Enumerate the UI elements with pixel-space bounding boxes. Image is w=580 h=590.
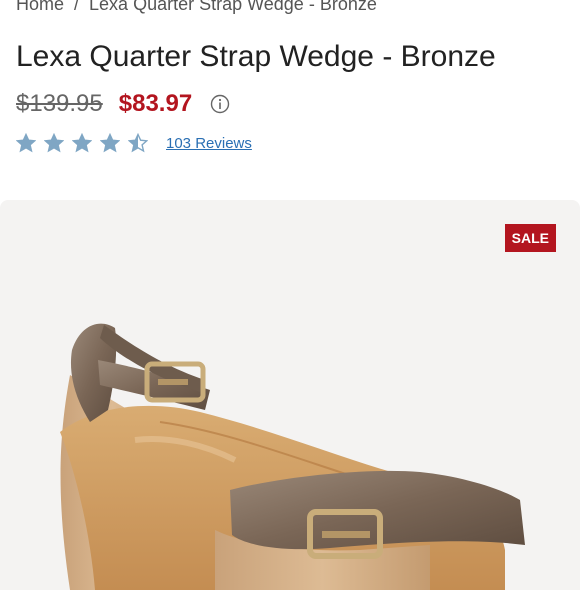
info-icon[interactable] xyxy=(210,94,230,114)
star-icon xyxy=(44,133,64,153)
product-image[interactable] xyxy=(0,200,580,590)
sale-badge: SALE xyxy=(504,224,556,252)
product-image-area: SALE xyxy=(0,200,580,590)
sale-price: $83.97 xyxy=(118,90,193,117)
product-title: Lexa Quarter Strap Wedge - Bronze xyxy=(16,40,496,73)
price-row: $139.95 $83.97 xyxy=(16,88,230,120)
rating-row: 103 Reviews xyxy=(16,130,252,156)
star-rating xyxy=(16,133,156,153)
star-icon xyxy=(72,133,92,153)
reviews-link[interactable]: 103 Reviews xyxy=(166,135,252,152)
original-price: $139.95 xyxy=(16,90,103,117)
breadcrumb-current: Lexa Quarter Strap Wedge - Bronze xyxy=(89,0,377,14)
star-icon xyxy=(16,133,36,153)
breadcrumb: Home / Lexa Quarter Strap Wedge - Bronze xyxy=(16,0,377,18)
breadcrumb-home-link[interactable]: Home xyxy=(16,0,64,14)
breadcrumb-separator: / xyxy=(74,0,80,14)
half-star-icon xyxy=(128,133,148,153)
star-icon xyxy=(100,133,120,153)
